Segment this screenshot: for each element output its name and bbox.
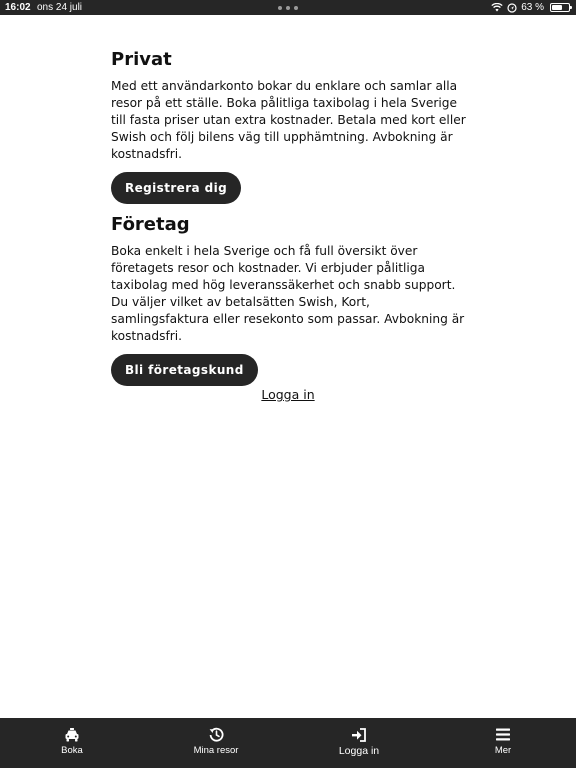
tab-mina-resor-label: Mina resor xyxy=(193,745,239,756)
register-button[interactable]: Registrera dig xyxy=(111,172,242,204)
history-icon xyxy=(209,727,224,742)
tab-boka[interactable]: Boka xyxy=(22,718,122,768)
status-date: ons 24 juli xyxy=(37,2,83,13)
taxi-car-icon xyxy=(64,727,80,742)
foretag-title: Företag xyxy=(111,214,190,235)
battery-fill xyxy=(552,5,562,10)
multitasking-dots-icon[interactable] xyxy=(278,0,298,15)
tab-logga-in-label: Logga in xyxy=(338,745,380,757)
battery-percentage: 63 % xyxy=(521,2,544,13)
tab-mer[interactable]: Mer xyxy=(453,718,553,768)
tab-mer-label: Mer xyxy=(494,745,512,756)
tab-boka-label: Boka xyxy=(61,745,83,756)
status-indicators: 63 % xyxy=(491,0,572,15)
main-content: Privat Med ett användarkonto bokar du en… xyxy=(111,48,467,386)
battery-icon xyxy=(550,3,572,12)
wifi-icon xyxy=(491,3,503,12)
login-link[interactable]: Logga in xyxy=(0,386,576,404)
status-time: 16:02 xyxy=(5,2,31,13)
tab-mina-resor[interactable]: Mina resor xyxy=(166,718,266,768)
foretag-description: Boka enkelt i hela Sverige och få full ö… xyxy=(111,244,465,343)
tab-bar: Boka Mina resor Logga in Mer xyxy=(0,718,576,768)
login-icon xyxy=(351,727,367,742)
foretag-section: Företag Boka enkelt i hela Sverige och f… xyxy=(111,213,467,386)
status-bar: 16:02 ons 24 juli 63 % xyxy=(0,0,576,15)
privat-description: Med ett användarkonto bokar du enklare o… xyxy=(111,79,466,161)
privat-title: Privat xyxy=(111,49,172,70)
privat-section: Privat Med ett användarkonto bokar du en… xyxy=(111,48,467,213)
menu-icon xyxy=(496,727,510,742)
tab-logga-in[interactable]: Logga in xyxy=(309,718,409,768)
become-business-customer-button[interactable]: Bli företagskund xyxy=(111,354,258,386)
location-lock-icon xyxy=(507,2,517,13)
